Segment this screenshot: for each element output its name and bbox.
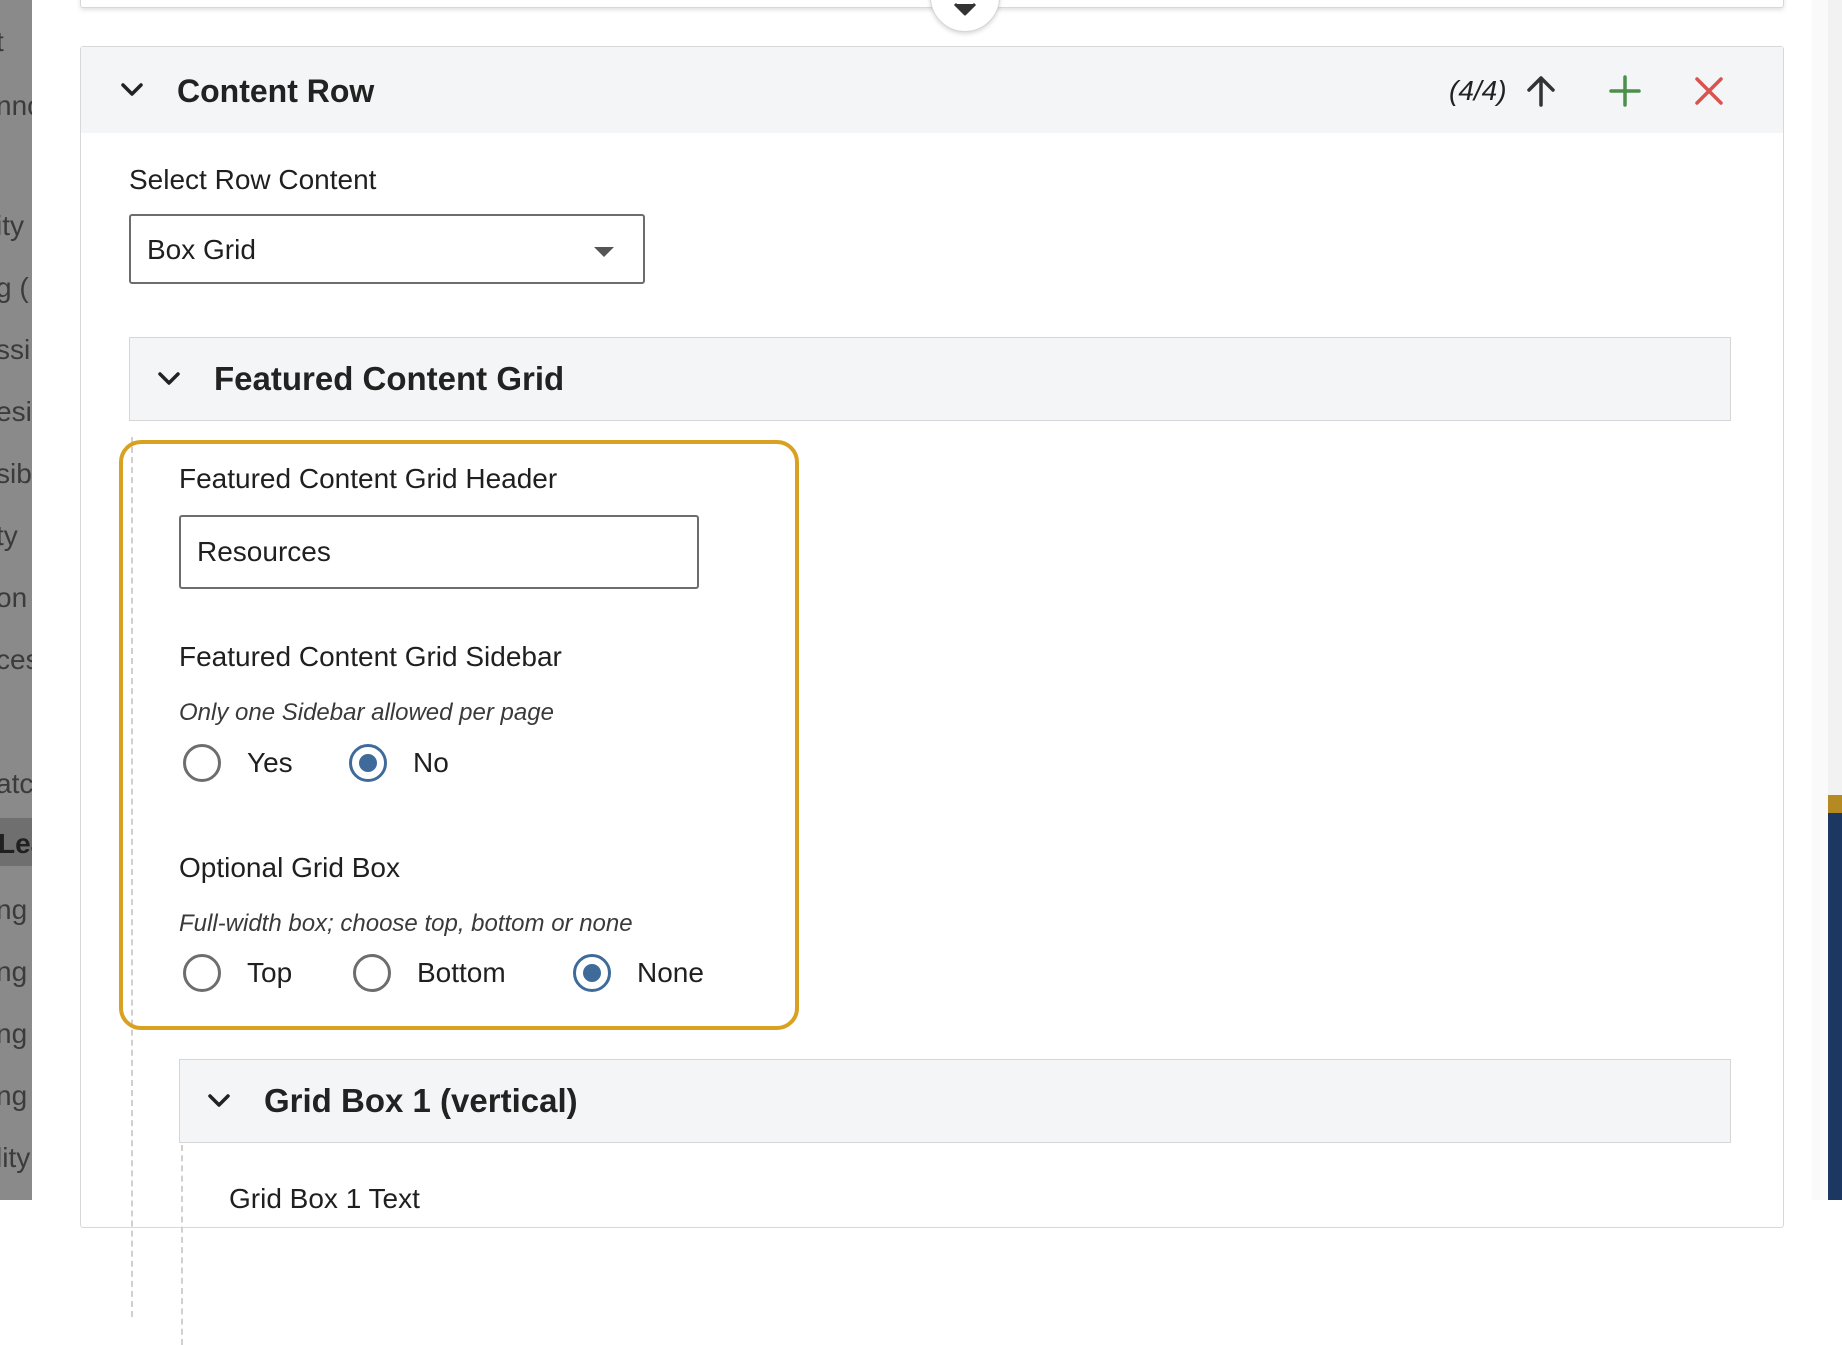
nesting-guide: [181, 1145, 183, 1345]
background-text: nno: [0, 90, 32, 121]
content-row-header: Content Row (4/4): [81, 47, 1783, 133]
radio-circle-selected: [349, 744, 387, 782]
edge-shade: [1812, 0, 1828, 1200]
gridbox-top-radio[interactable]: Top: [183, 954, 292, 992]
radio-circle: [353, 954, 391, 992]
row-content-select[interactable]: Box Grid: [129, 214, 645, 284]
background-text: g (: [0, 272, 29, 303]
collapse-toggle[interactable]: [206, 1088, 232, 1114]
grid-box-1-section[interactable]: Grid Box 1 (vertical): [179, 1059, 1731, 1143]
radio-label: Yes: [247, 747, 293, 778]
background-text: ces: [0, 644, 32, 675]
background-text: ty: [0, 520, 18, 551]
background-text: ng a: [0, 894, 32, 925]
background-text: ng: [0, 1018, 28, 1049]
grid-header-input[interactable]: [179, 515, 699, 589]
content-row-panel: Content Row (4/4) Select Row Content Box…: [80, 46, 1784, 1345]
sidebar-no-radio[interactable]: No: [349, 744, 449, 782]
background-text: esi: [0, 396, 32, 427]
radio-circle: [183, 954, 221, 992]
row-count: (4/4): [1449, 75, 1507, 106]
background-text: ssi: [0, 334, 31, 365]
radio-label: Top: [247, 957, 293, 988]
remove-row-button[interactable]: [1685, 67, 1733, 115]
featured-content-grid-title: Featured Content Grid: [214, 360, 565, 397]
grid-sidebar-hint: Only one Sidebar allowed per page: [179, 699, 554, 726]
radio-label: None: [637, 957, 704, 988]
chevron-down-icon: [208, 1094, 230, 1107]
optional-grid-box-label: Optional Grid Box: [179, 852, 400, 883]
chevron-down-icon: [158, 372, 180, 385]
plus-icon: [1609, 75, 1641, 107]
grid-box-1-title: Grid Box 1 (vertical): [264, 1082, 578, 1119]
move-up-button[interactable]: [1517, 67, 1565, 115]
optional-grid-box-hint: Full-width box; choose top, bottom or no…: [179, 910, 633, 937]
chevron-down-icon: [953, 2, 977, 16]
background-text: on: [0, 582, 28, 613]
sidebar-yes-radio[interactable]: Yes: [183, 744, 293, 782]
background-text: lity: [0, 1142, 31, 1173]
background-text-active: Lea: [0, 818, 32, 866]
caret-down-icon: [594, 247, 614, 257]
collapse-toggle[interactable]: [119, 77, 145, 103]
collapse-toggle[interactable]: [156, 366, 182, 392]
select-row-content-label: Select Row Content: [129, 164, 377, 195]
radio-label: No: [413, 747, 449, 778]
background-text: ng: [0, 1080, 28, 1111]
gridbox-bottom-radio[interactable]: Bottom: [353, 954, 506, 992]
content-row-title: Content Row: [177, 73, 375, 109]
grid-sidebar-label: Featured Content Grid Sidebar: [179, 641, 562, 672]
close-icon: [1695, 77, 1723, 105]
background-text: atc: [0, 768, 32, 799]
edge-band-accent: [1828, 795, 1842, 813]
arrow-up-icon: [1527, 76, 1555, 107]
background-text: ng l: [0, 956, 32, 987]
radio-label: Bottom: [417, 957, 506, 988]
right-edge: [1812, 0, 1842, 1200]
background-page: t nno ity g ( ssi esi sib ty on ces atc …: [0, 0, 32, 1200]
background-text: sib: [0, 458, 32, 489]
featured-content-grid-section[interactable]: Featured Content Grid: [129, 337, 1731, 421]
add-row-button[interactable]: [1601, 67, 1649, 115]
select-value: Box Grid: [147, 234, 256, 265]
collapse-handle[interactable]: [930, 0, 1000, 32]
chevron-down-icon: [121, 83, 143, 96]
radio-circle: [183, 744, 221, 782]
background-text: t: [0, 28, 4, 56]
grid-box-1-text-label: Grid Box 1 Text: [229, 1183, 420, 1214]
radio-circle-selected: [573, 954, 611, 992]
edge-band: [1828, 795, 1842, 1200]
background-text: ity: [0, 210, 24, 241]
grid-header-label: Featured Content Grid Header: [179, 463, 558, 494]
gridbox-none-radio[interactable]: None: [573, 954, 704, 992]
